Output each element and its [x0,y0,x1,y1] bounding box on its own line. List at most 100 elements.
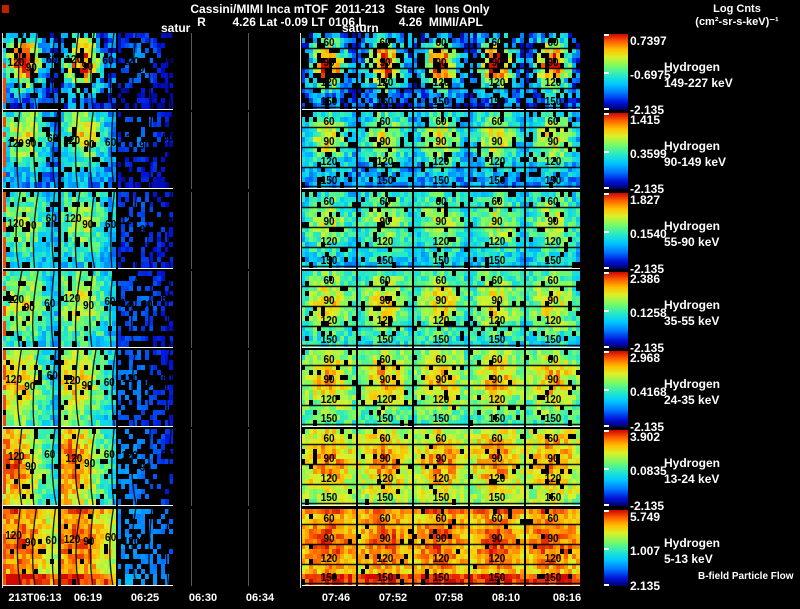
heatmap-panel-r4c5 [233,271,288,348]
time-tick-label-10: 08:16 [552,592,582,604]
species-name: Hydrogen [664,377,721,391]
time-tick-label-5: 06:34 [245,592,275,604]
energy-band-label-r6: Hydrogen 13-24 keV [664,455,720,487]
colorbar-units-label: Log Cnts (cm²-sr-s-keV)⁻¹ [676,3,798,29]
colorbar-max-label-r2: 1.415 [630,113,661,127]
time-tick-label-7: 07:52 [378,592,408,604]
time-tick-label-6: 07:46 [321,592,351,604]
heatmap-panel-r7c2 [60,509,116,586]
heatmap-panel-r6c3 [118,429,173,506]
heatmap-panel-r7c7 [358,509,412,586]
heatmap-panel-r4c1 [3,271,58,348]
time-tick-label-4: 06:30 [188,592,218,604]
heatmap-panel-r5c4 [175,350,231,427]
heatmap-panel-r2c9 [470,112,524,189]
heatmap-panel-r1c9 [470,33,524,110]
bfield-flow-label: B-field Particle Flow [698,571,794,582]
colorbar-r4 [604,272,628,348]
heatmap-panel-r5c9 [470,350,524,427]
species-name: Hydrogen [664,139,721,153]
heatmap-panel-r2c2 [60,112,116,189]
heatmap-panel-r5c10 [526,350,580,427]
heatmap-panel-r2c6 [302,112,356,189]
energy-range: 149-227 keV [664,76,733,90]
heatmap-panel-r2c5 [233,112,288,189]
heatmap-panel-r5c7 [358,350,412,427]
heatmap-panel-r7c8 [414,509,468,586]
heatmap-panel-r3c10 [526,192,580,269]
heatmap-panel-r1c1 [3,33,58,110]
time-tick-label-9: 08:10 [491,592,521,604]
colorbar-r2 [604,113,628,189]
heatmap-panel-r7c10 [526,509,580,586]
energy-band-label-r7: Hydrogen 5-13 keV [664,535,720,567]
heatmap-panel-r7c6 [302,509,356,586]
species-name: Hydrogen [664,219,721,233]
energy-band-label-r3: Hydrogen 55-90 keV [664,218,720,250]
energy-range: 5-13 keV [664,552,713,566]
heatmap-panel-r3c2 [60,192,116,269]
colorbar-mid-label-r5: 0.4168 [630,385,667,399]
heatmap-panel-r3c9 [470,192,524,269]
energy-band-label-r4: Hydrogen 35-55 keV [664,297,720,329]
cassini-mimi-inca-viewer: Cassini/MIMI Inca mTOF 2011-213 Stare Io… [0,0,800,609]
energy-band-label-r5: Hydrogen 24-35 keV [664,376,720,408]
saturn-marker-right: saturn [342,21,379,35]
heatmap-panel-r2c10 [526,112,580,189]
colorbar-mid-label-r2: 0.3599 [630,147,667,161]
heatmap-panel-r2c1 [3,112,58,189]
heatmap-panel-r7c9 [470,509,524,586]
y-axis-line-right-group [300,33,301,588]
heatmap-panel-r3c8 [414,192,468,269]
heatmap-panel-r4c8 [414,271,468,348]
heatmap-panel-r1c7 [358,33,412,110]
species-name: Hydrogen [664,298,721,312]
page-title: Cassini/MIMI Inca mTOF 2011-213 Stare Io… [190,2,490,16]
colorbar-r6 [604,430,628,506]
heatmap-panel-r7c4 [175,509,231,586]
time-tick-label-1: 213T06:13 [8,592,62,604]
heatmap-panel-r1c10 [526,33,580,110]
colorbar-max-label-r3: 1.827 [630,193,661,207]
heatmap-panel-r6c8 [414,429,468,506]
heatmap-panel-r2c7 [358,112,412,189]
colorbar-mid-label-r7: 1.007 [630,544,661,558]
colorbar-max-label-r4: 2.386 [630,272,661,286]
colorbar-max-label-r1: 0.7397 [630,34,667,48]
colorbar-mid-label-r4: 0.1258 [630,306,667,320]
colorbar-mid-label-r6: 0.0835 [630,464,667,478]
heatmap-panel-r5c6 [302,350,356,427]
colorbar-max-label-r7: 5.749 [630,510,661,524]
colorbar-units-line2: (cm²-sr-s-keV)⁻¹ [695,16,779,28]
energy-range: 55-90 keV [664,235,720,249]
heatmap-panel-r1c3 [118,33,173,110]
heatmap-panel-r6c9 [470,429,524,506]
heatmap-panel-r2c8 [414,112,468,189]
y-axis-line-left-group [2,33,3,588]
heatmap-panel-r5c8 [414,350,468,427]
heatmap-panel-r6c6 [302,429,356,506]
energy-range: 24-35 keV [664,393,720,407]
heatmap-panel-r4c10 [526,271,580,348]
heatmap-panel-r6c1 [3,429,58,506]
colorbar-max-label-r6: 3.902 [630,430,661,444]
heatmap-panel-r1c5 [233,33,288,110]
colorbar-r5 [604,351,628,427]
species-name: Hydrogen [664,536,721,550]
heatmap-panel-r4c2 [60,271,116,348]
heatmap-panel-r3c1 [3,192,58,269]
heatmap-panel-r3c6 [302,192,356,269]
heatmap-panel-r6c7 [358,429,412,506]
heatmap-panel-r1c4 [175,33,231,110]
heatmap-panel-r7c1 [3,509,58,586]
colorbar-mid-label-r3: 0.1540 [630,227,667,241]
heatmap-panel-r2c4 [175,112,231,189]
heatmap-panel-r7c3 [118,509,173,586]
corner-marker [2,5,9,13]
heatmap-panel-r6c10 [526,429,580,506]
heatmap-panel-r4c9 [470,271,524,348]
colorbar-max-label-r5: 2.968 [630,351,661,365]
heatmap-panel-r1c6 [302,33,356,110]
heatmap-panel-r4c4 [175,271,231,348]
heatmap-panel-r1c2 [60,33,116,110]
